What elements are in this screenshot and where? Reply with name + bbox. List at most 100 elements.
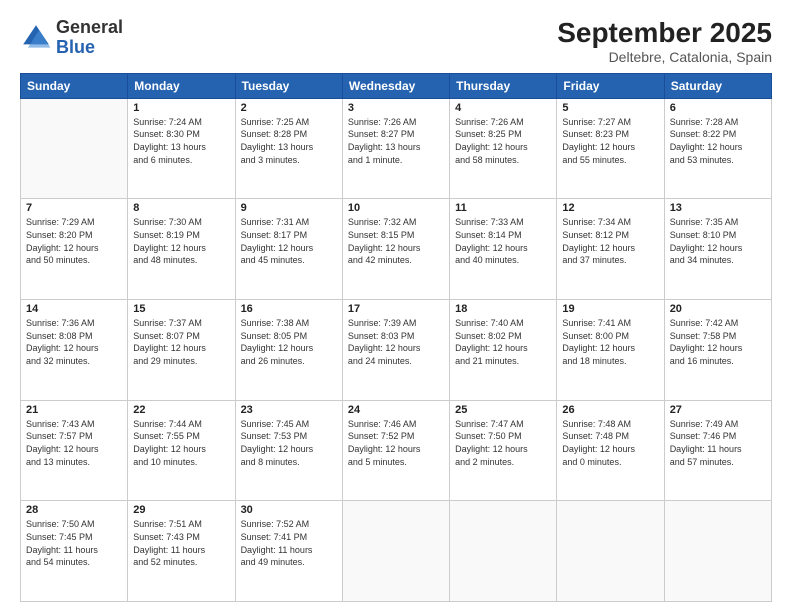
header: General Blue September 2025 Deltebre, Ca…: [20, 18, 772, 65]
table-row: 23 Sunrise: 7:45 AM Sunset: 7:53 PM Dayli…: [235, 400, 342, 501]
title-block: September 2025 Deltebre, Catalonia, Spai…: [557, 18, 772, 65]
day-number: 15: [133, 303, 229, 315]
day-number: 30: [241, 504, 337, 516]
day-info: Sunrise: 7:26 AM Sunset: 8:25 PM Dayligh…: [455, 116, 551, 166]
calendar-title: September 2025: [557, 18, 772, 49]
day-info: Sunrise: 7:33 AM Sunset: 8:14 PM Dayligh…: [455, 216, 551, 266]
day-info: Sunrise: 7:25 AM Sunset: 8:28 PM Dayligh…: [241, 116, 337, 166]
day-number: 14: [26, 303, 122, 315]
header-wednesday: Wednesday: [342, 73, 449, 98]
table-row: 16Sunrise: 7:38 AM Sunset: 8:05 PM Dayli…: [235, 300, 342, 401]
day-number: 12: [562, 202, 658, 214]
day-number: 9: [241, 202, 337, 214]
header-friday: Friday: [557, 73, 664, 98]
calendar-week-row: 28 Sunrise: 7:50 AM Sunset: 7:45 PM Dayli…: [21, 501, 772, 602]
table-row: 30 Sunrise: 7:52 AM Sunset: 7:41 PM Dayli…: [235, 501, 342, 602]
logo: General Blue: [20, 18, 123, 58]
day-number: 21: [26, 404, 122, 416]
day-info: Sunrise: 7:51 AM Sunset: 7:43 PM Dayligh…: [133, 518, 229, 568]
day-number: 18: [455, 303, 551, 315]
table-row: 28 Sunrise: 7:50 AM Sunset: 7:45 PM Dayli…: [21, 501, 128, 602]
table-row: [21, 98, 128, 199]
table-row: 13Sunrise: 7:35 AM Sunset: 8:10 PM Dayli…: [664, 199, 771, 300]
day-info: Sunrise: 7:30 AM Sunset: 8:19 PM Dayligh…: [133, 216, 229, 266]
day-number: 2: [241, 102, 337, 114]
calendar-subtitle: Deltebre, Catalonia, Spain: [557, 49, 772, 65]
day-info: Sunrise: 7:48 AM Sunset: 7:48 PM Dayligh…: [562, 418, 658, 468]
day-number: 6: [670, 102, 766, 114]
table-row: 11 Sunrise: 7:33 AM Sunset: 8:14 PM Dayli…: [450, 199, 557, 300]
table-row: [342, 501, 449, 602]
day-info: Sunrise: 7:52 AM Sunset: 7:41 PM Dayligh…: [241, 518, 337, 568]
logo-blue: Blue: [56, 37, 95, 57]
day-number: 7: [26, 202, 122, 214]
table-row: 19Sunrise: 7:41 AM Sunset: 8:00 PM Dayli…: [557, 300, 664, 401]
table-row: 8 Sunrise: 7:30 AM Sunset: 8:19 PM Daylig…: [128, 199, 235, 300]
day-info: Sunrise: 7:46 AM Sunset: 7:52 PM Dayligh…: [348, 418, 444, 468]
day-info: Sunrise: 7:42 AM Sunset: 7:58 PM Dayligh…: [670, 317, 766, 367]
day-number: 23: [241, 404, 337, 416]
logo-icon: [20, 22, 52, 54]
day-number: 26: [562, 404, 658, 416]
day-info: Sunrise: 7:44 AM Sunset: 7:55 PM Dayligh…: [133, 418, 229, 468]
day-info: Sunrise: 7:34 AM Sunset: 8:12 PM Dayligh…: [562, 216, 658, 266]
header-sunday: Sunday: [21, 73, 128, 98]
day-info: Sunrise: 7:37 AM Sunset: 8:07 PM Dayligh…: [133, 317, 229, 367]
day-number: 20: [670, 303, 766, 315]
header-saturday: Saturday: [664, 73, 771, 98]
day-number: 4: [455, 102, 551, 114]
table-row: 26 Sunrise: 7:48 AM Sunset: 7:48 PM Dayli…: [557, 400, 664, 501]
table-row: 10 Sunrise: 7:32 AM Sunset: 8:15 PM Dayli…: [342, 199, 449, 300]
table-row: 6 Sunrise: 7:28 AM Sunset: 8:22 PM Daylig…: [664, 98, 771, 199]
calendar-header-row: Sunday Monday Tuesday Wednesday Thursday…: [21, 73, 772, 98]
day-number: 8: [133, 202, 229, 214]
day-number: 1: [133, 102, 229, 114]
table-row: 14 Sunrise: 7:36 AM Sunset: 8:08 PM Dayli…: [21, 300, 128, 401]
day-info: Sunrise: 7:45 AM Sunset: 7:53 PM Dayligh…: [241, 418, 337, 468]
table-row: 27Sunrise: 7:49 AM Sunset: 7:46 PM Dayli…: [664, 400, 771, 501]
day-number: 11: [455, 202, 551, 214]
day-number: 24: [348, 404, 444, 416]
day-info: Sunrise: 7:43 AM Sunset: 7:57 PM Dayligh…: [26, 418, 122, 468]
day-number: 29: [133, 504, 229, 516]
day-info: Sunrise: 7:49 AM Sunset: 7:46 PM Dayligh…: [670, 418, 766, 468]
header-monday: Monday: [128, 73, 235, 98]
day-info: Sunrise: 7:50 AM Sunset: 7:45 PM Dayligh…: [26, 518, 122, 568]
calendar-week-row: 14 Sunrise: 7:36 AM Sunset: 8:08 PM Dayli…: [21, 300, 772, 401]
day-number: 3: [348, 102, 444, 114]
header-thursday: Thursday: [450, 73, 557, 98]
day-number: 17: [348, 303, 444, 315]
table-row: 25 Sunrise: 7:47 AM Sunset: 7:50 PM Dayli…: [450, 400, 557, 501]
table-row: 1Sunrise: 7:24 AM Sunset: 8:30 PM Daylig…: [128, 98, 235, 199]
day-number: 13: [670, 202, 766, 214]
calendar-week-row: 7 Sunrise: 7:29 AM Sunset: 8:20 PM Daylig…: [21, 199, 772, 300]
day-number: 10: [348, 202, 444, 214]
day-info: Sunrise: 7:39 AM Sunset: 8:03 PM Dayligh…: [348, 317, 444, 367]
day-number: 16: [241, 303, 337, 315]
table-row: 18Sunrise: 7:40 AM Sunset: 8:02 PM Dayli…: [450, 300, 557, 401]
day-number: 5: [562, 102, 658, 114]
day-number: 22: [133, 404, 229, 416]
table-row: 22 Sunrise: 7:44 AM Sunset: 7:55 PM Dayli…: [128, 400, 235, 501]
header-tuesday: Tuesday: [235, 73, 342, 98]
table-row: 7 Sunrise: 7:29 AM Sunset: 8:20 PM Daylig…: [21, 199, 128, 300]
day-info: Sunrise: 7:29 AM Sunset: 8:20 PM Dayligh…: [26, 216, 122, 266]
day-info: Sunrise: 7:28 AM Sunset: 8:22 PM Dayligh…: [670, 116, 766, 166]
day-info: Sunrise: 7:32 AM Sunset: 8:15 PM Dayligh…: [348, 216, 444, 266]
day-info: Sunrise: 7:27 AM Sunset: 8:23 PM Dayligh…: [562, 116, 658, 166]
day-info: Sunrise: 7:26 AM Sunset: 8:27 PM Dayligh…: [348, 116, 444, 166]
table-row: [557, 501, 664, 602]
calendar-table: Sunday Monday Tuesday Wednesday Thursday…: [20, 73, 772, 602]
logo-text: General Blue: [56, 18, 123, 58]
day-info: Sunrise: 7:36 AM Sunset: 8:08 PM Dayligh…: [26, 317, 122, 367]
table-row: 24 Sunrise: 7:46 AM Sunset: 7:52 PM Dayli…: [342, 400, 449, 501]
table-row: 12 Sunrise: 7:34 AM Sunset: 8:12 PM Dayli…: [557, 199, 664, 300]
day-number: 25: [455, 404, 551, 416]
table-row: [450, 501, 557, 602]
table-row: 9Sunrise: 7:31 AM Sunset: 8:17 PM Daylig…: [235, 199, 342, 300]
day-info: Sunrise: 7:47 AM Sunset: 7:50 PM Dayligh…: [455, 418, 551, 468]
day-number: 28: [26, 504, 122, 516]
calendar-week-row: 21 Sunrise: 7:43 AM Sunset: 7:57 PM Dayli…: [21, 400, 772, 501]
calendar-body: 1Sunrise: 7:24 AM Sunset: 8:30 PM Daylig…: [21, 98, 772, 601]
table-row: 2 Sunrise: 7:25 AM Sunset: 8:28 PM Daylig…: [235, 98, 342, 199]
